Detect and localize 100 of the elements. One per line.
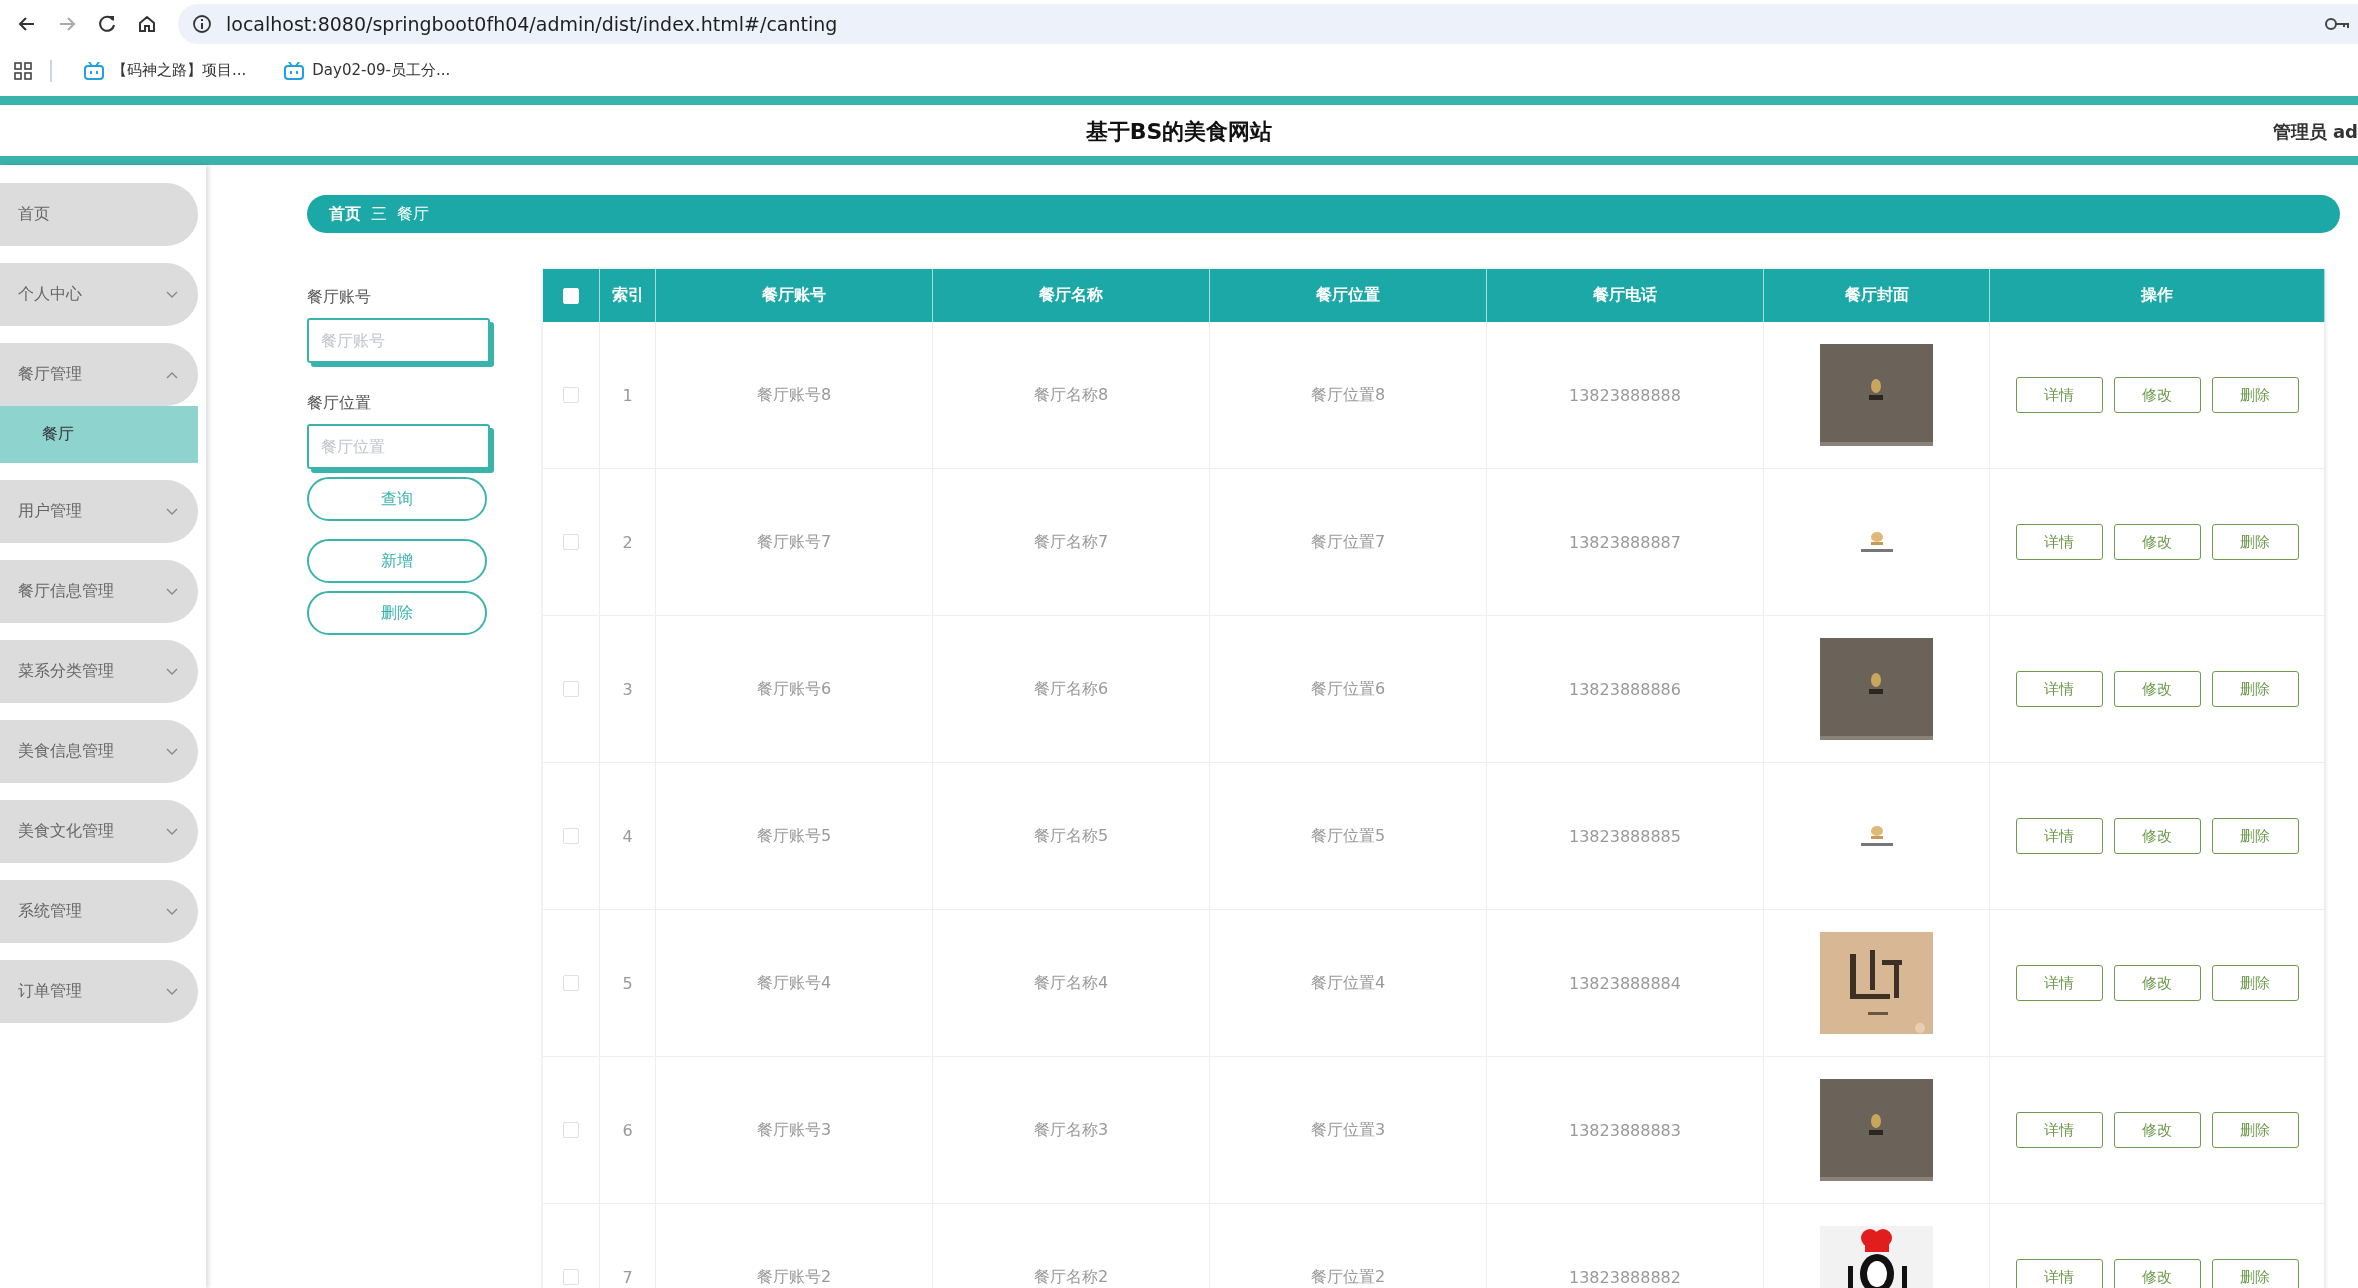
row-checkbox[interactable] [563,1269,579,1285]
row-action-button[interactable]: 详情 [2015,1112,2103,1148]
column-header: 索引 [600,269,656,322]
search-field[interactable]: 餐厅位置 [307,424,490,469]
row-action-button[interactable]: 详情 [2015,524,2103,560]
table-cell: 13823888882 [1569,1267,1681,1287]
row-checkbox[interactable] [563,387,579,403]
table-cell: 餐厅名称3 [1033,1119,1109,1141]
table-cell: 餐厅账号8 [756,384,832,406]
column-header: 餐厅封面 [1764,269,1990,322]
chevron-down-icon [166,667,178,676]
sidebar-item[interactable]: 首页 [0,183,198,246]
chevron-down-icon [166,987,178,996]
table-cell: 餐厅名称8 [1033,384,1109,406]
row-action-button[interactable]: 删除 [2211,1112,2299,1148]
chevron-down-icon [166,747,178,756]
row-checkbox[interactable] [563,975,579,991]
row-action-button[interactable]: 修改 [2113,524,2201,560]
tv-icon [84,61,104,80]
field-label: 餐厅账号 [307,287,372,308]
chevron-down-icon [166,587,178,596]
row-action-button[interactable]: 修改 [2113,377,2201,413]
table-cell: 13823888883 [1569,1120,1681,1140]
sidebar-item[interactable]: 餐厅信息管理 [0,560,198,623]
action-button[interactable]: 新增 [307,539,487,583]
table-cell: 餐厅账号5 [756,825,832,847]
address-bar[interactable]: localhost:8080/springboot0fh04/admin/dist/index.html#/canting [178,4,2358,44]
row-checkbox[interactable] [563,828,579,844]
table-cell: 6 [622,1120,633,1140]
row-action-button[interactable]: 删除 [2211,1259,2299,1288]
row-checkbox[interactable] [563,681,579,697]
sidebar-item[interactable]: 用户管理 [0,480,198,543]
site-title: 基于BS的美食网站 [1085,118,1273,146]
row-action-button[interactable]: 详情 [2015,818,2103,854]
select-all-checkbox[interactable] [563,287,579,304]
sidebar-item[interactable]: 系统管理 [0,880,198,943]
key-icon[interactable] [2324,16,2350,32]
home-icon[interactable] [136,13,158,35]
row-action-button[interactable]: 删除 [2211,524,2299,560]
breadcrumb-link[interactable]: 首页 [329,203,361,225]
search-field[interactable]: 餐厅账号 [307,318,490,363]
table-cell: 餐厅账号4 [756,972,832,994]
row-action-button[interactable]: 删除 [2211,818,2299,854]
info-icon[interactable] [192,14,212,34]
chevron-down-icon [166,827,178,836]
table-cell: 5 [622,973,633,993]
sidebar-item[interactable]: 餐厅管理 [0,343,198,406]
sidebar-item[interactable]: 美食文化管理 [0,800,198,863]
field-label: 餐厅位置 [307,393,372,414]
row-action-button[interactable]: 修改 [2113,1259,2201,1288]
sidebar-subitem[interactable]: 餐厅 [0,406,198,463]
table-cell: 餐厅名称6 [1033,678,1109,700]
reload-icon[interactable] [96,13,118,35]
table-cell: 餐厅账号3 [756,1119,832,1141]
row-action-button[interactable]: 详情 [2015,965,2103,1001]
row-action-button[interactable]: 详情 [2015,1259,2103,1288]
row-action-button[interactable]: 删除 [2211,965,2299,1001]
sidebar-item[interactable]: 个人中心 [0,263,198,326]
breadcrumb-separator: 三 [371,203,387,225]
table-cell: 餐厅位置5 [1310,825,1386,847]
action-button[interactable]: 删除 [307,591,487,635]
bookmark-link[interactable]: Day02-09-员工分... [270,61,465,80]
column-header: 餐厅账号 [656,269,933,322]
column-header: 餐厅电话 [1487,269,1764,322]
table-cell: 13823888886 [1569,679,1681,699]
table-cell: 餐厅账号2 [756,1266,832,1288]
table-cell: 3 [622,679,633,699]
sidebar-item[interactable]: 菜系分类管理 [0,640,198,703]
row-checkbox[interactable] [563,534,579,550]
row-action-button[interactable]: 详情 [2015,671,2103,707]
table-cell: 1 [622,385,633,405]
breadcrumb-link[interactable]: 餐厅 [397,203,429,225]
table-cell: 餐厅账号6 [756,678,832,700]
tv-icon [284,61,305,80]
sidebar-item[interactable]: 美食信息管理 [0,720,198,783]
search-button[interactable]: 查询 [307,477,487,521]
row-action-button[interactable]: 修改 [2113,965,2201,1001]
row-action-button[interactable]: 修改 [2113,818,2201,854]
sidebar-item[interactable]: 订单管理 [0,960,198,1023]
url-text: localhost:8080/springboot0fh04/admin/dist/index.html#/canting [226,13,838,35]
table-cell: 餐厅名称7 [1033,531,1109,553]
apps-grid-icon[interactable] [14,61,32,80]
user-label: 管理员 ad [2272,120,2358,144]
chevron-down-icon [166,907,178,916]
table-cell: 餐厅位置6 [1310,678,1386,700]
chevron-up-icon [166,370,178,379]
row-action-button[interactable]: 详情 [2015,377,2103,413]
row-action-button[interactable]: 修改 [2113,671,2201,707]
table-cell: 13823888885 [1569,826,1681,846]
table-cell: 2 [622,532,633,552]
row-action-button[interactable]: 修改 [2113,1112,2201,1148]
row-action-button[interactable]: 删除 [2211,377,2299,413]
row-action-button[interactable]: 删除 [2211,671,2299,707]
table-cell: 餐厅名称4 [1033,972,1109,994]
table-cell: 餐厅名称5 [1033,825,1109,847]
bookmark-link[interactable]: 【码神之路】项目... [70,61,261,80]
row-checkbox[interactable] [563,1122,579,1138]
table-cell: 餐厅位置8 [1310,384,1386,406]
table-cell: 4 [622,826,633,846]
table-cell: 餐厅位置2 [1310,1266,1386,1288]
